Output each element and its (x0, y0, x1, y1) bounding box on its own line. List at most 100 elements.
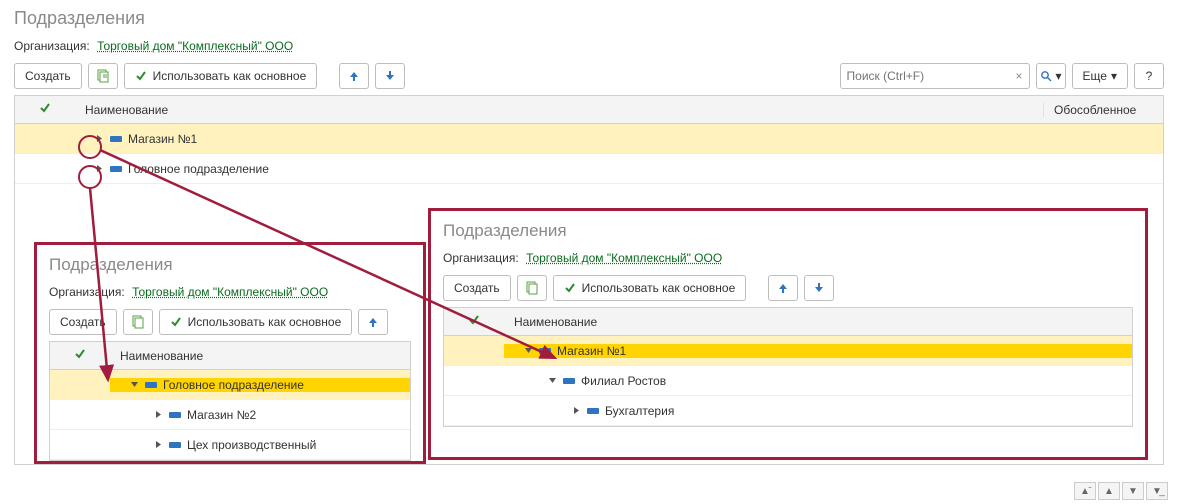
panel-b: Подразделения Организация: Торговый дом … (428, 208, 1148, 460)
folder-icon (539, 348, 551, 354)
row-label: Магазин №1 (557, 344, 626, 358)
caret-down-icon: ▾ (1111, 69, 1117, 83)
use-as-main-button[interactable]: Использовать как основное (553, 275, 747, 301)
arrow-down-icon (384, 70, 396, 82)
arrow-up-icon (348, 70, 360, 82)
more-button[interactable]: Еще ▾ (1072, 63, 1128, 89)
tree-toggle[interactable] (572, 406, 581, 415)
grid-header: Наименование (50, 342, 410, 370)
create-button[interactable]: Создать (14, 63, 82, 89)
panel-b-toolbar: Создать Использовать как основное (443, 275, 1133, 301)
selection-header[interactable] (50, 348, 110, 363)
scroll-bottom-button[interactable]: ▼̲ (1146, 482, 1168, 500)
panel-a-title: Подразделения (49, 255, 411, 275)
row-label: Цех производственный (187, 438, 316, 452)
use-as-main-label: Использовать как основное (153, 69, 307, 83)
folder-icon (587, 408, 599, 414)
move-down-button[interactable] (375, 63, 405, 89)
page-title: Подразделения (14, 8, 1164, 29)
table-row[interactable]: Головное подразделение (15, 154, 1163, 184)
table-row[interactable]: Цех производственный (50, 430, 410, 460)
tree-toggle[interactable] (130, 380, 139, 389)
move-up-button[interactable] (339, 63, 369, 89)
copy-button[interactable] (517, 275, 547, 301)
help-button[interactable]: ? (1134, 63, 1164, 89)
tree-toggle[interactable] (95, 134, 104, 143)
use-as-main-button[interactable]: Использовать как основное (124, 63, 318, 89)
org-link[interactable]: Торговый дом "Комплексный" ООО (132, 285, 328, 299)
copy-icon (525, 281, 539, 295)
toolbar-main: Создать Использовать как основное × ▾ Ещ… (14, 63, 1164, 89)
scroll-down-button[interactable]: ▼ (1122, 482, 1144, 500)
flag-header[interactable]: Обособленное (1043, 103, 1163, 117)
row-name-cell: Головное подразделение (110, 378, 410, 392)
search-options-button[interactable]: ▾ (1036, 63, 1066, 89)
move-down-button[interactable] (804, 275, 834, 301)
panel-a: Подразделения Организация: Торговый дом … (34, 242, 426, 464)
use-as-main-button[interactable]: Использовать как основное (159, 309, 353, 335)
org-label: Организация: (443, 251, 519, 265)
table-row[interactable]: Головное подразделение (50, 370, 410, 400)
name-header[interactable]: Наименование (110, 349, 410, 363)
row-label: Магазин №1 (128, 132, 197, 146)
scroll-up-button[interactable]: ▲ (1098, 482, 1120, 500)
scroll-controls: ▲̄ ▲ ▼ ▼̲ (1074, 482, 1168, 500)
use-as-main-label: Использовать как основное (582, 281, 736, 295)
panel-b-org-line: Организация: Торговый дом "Комплексный" … (443, 251, 1133, 265)
check-icon (135, 70, 147, 82)
move-up-button[interactable] (768, 275, 798, 301)
row-label: Магазин №2 (187, 408, 256, 422)
arrow-down-icon (813, 282, 825, 294)
name-header[interactable]: Наименование (75, 103, 1043, 117)
row-name-cell: Магазин №1 (504, 344, 1132, 358)
grid-header: Наименование (444, 308, 1132, 336)
tree-toggle[interactable] (154, 440, 163, 449)
check-icon (564, 282, 576, 294)
folder-icon (145, 382, 157, 388)
table-row[interactable]: Филиал Ростов (444, 366, 1132, 396)
table-row[interactable]: Бухгалтерия (444, 396, 1132, 426)
row-name-cell: Магазин №1 (75, 132, 1043, 146)
row-label: Филиал Ростов (581, 374, 666, 388)
move-up-button[interactable] (358, 309, 388, 335)
panel-b-grid: Наименование Магазин №1 Филиал Ростов Бухг… (443, 307, 1133, 427)
folder-icon (563, 378, 575, 384)
clear-search-icon[interactable]: × (1010, 69, 1029, 83)
folder-icon (110, 166, 122, 172)
selection-header[interactable] (444, 314, 504, 329)
tree-toggle[interactable] (95, 164, 104, 173)
create-button[interactable]: Создать (443, 275, 511, 301)
tree-toggle[interactable] (524, 346, 533, 355)
caret-down-icon: ▾ (1056, 69, 1062, 83)
name-header[interactable]: Наименование (504, 315, 1132, 329)
tree-toggle[interactable] (154, 410, 163, 419)
table-row[interactable]: Магазин №2 (50, 400, 410, 430)
arrow-up-icon (777, 282, 789, 294)
table-row[interactable]: Магазин №1 (444, 336, 1132, 366)
create-button[interactable]: Создать (49, 309, 117, 335)
copy-button[interactable] (123, 309, 153, 335)
org-link[interactable]: Торговый дом "Комплексный" ООО (526, 251, 722, 265)
tree-toggle[interactable] (548, 376, 557, 385)
scroll-top-button[interactable]: ▲̄ (1074, 482, 1096, 500)
org-label: Организация: (49, 285, 125, 299)
table-row[interactable]: Магазин №1 (15, 124, 1163, 154)
row-label: Головное подразделение (163, 378, 304, 392)
panel-b-title: Подразделения (443, 221, 1133, 241)
copy-icon (131, 315, 145, 329)
row-name-cell: Бухгалтерия (504, 404, 1132, 418)
folder-icon (110, 136, 122, 142)
folder-icon (169, 412, 181, 418)
use-as-main-label: Использовать как основное (188, 315, 342, 329)
row-name-cell: Цех производственный (110, 438, 410, 452)
copy-button[interactable] (88, 63, 118, 89)
org-link[interactable]: Торговый дом "Комплексный" ООО (97, 39, 293, 53)
search-input-wrap[interactable]: × (840, 63, 1030, 89)
folder-icon (169, 442, 181, 448)
copy-icon (96, 69, 110, 83)
panel-a-org-line: Организация: Торговый дом "Комплексный" … (49, 285, 411, 299)
selection-header[interactable] (15, 102, 75, 117)
row-name-cell: Головное подразделение (75, 162, 1043, 176)
search-input[interactable] (841, 64, 1010, 88)
grid-header: Наименование Обособленное (15, 96, 1163, 124)
